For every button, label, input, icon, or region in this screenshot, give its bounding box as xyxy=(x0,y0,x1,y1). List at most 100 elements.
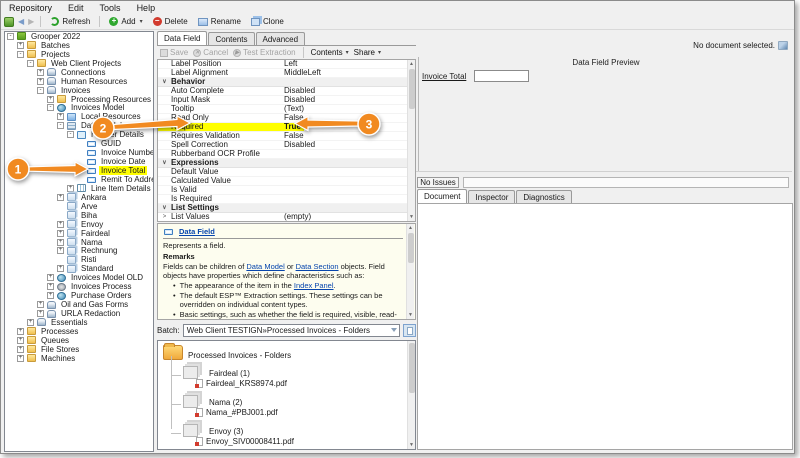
tree-item[interactable]: + Purchase Orders xyxy=(5,291,153,300)
tree-item[interactable]: - Projects xyxy=(5,50,153,59)
tree-expander[interactable]: + xyxy=(57,229,64,237)
scrollbar-thumb[interactable] xyxy=(408,233,414,263)
tree-expander[interactable]: - xyxy=(37,86,44,94)
tree-item[interactable]: + Processes xyxy=(5,327,153,336)
save-button[interactable]: Save xyxy=(160,48,188,57)
property-value[interactable]: MiddleLeft xyxy=(284,69,415,77)
property-row[interactable]: ∨ Behavior xyxy=(158,78,415,87)
tree-expander[interactable]: + xyxy=(17,345,24,353)
clone-button[interactable]: Clone xyxy=(248,16,287,27)
menu-item[interactable]: Edit xyxy=(68,3,84,13)
batch-file-item[interactable]: Fairdeal_KRS8974.pdf xyxy=(195,379,287,388)
add-button[interactable]: + Add ▾ xyxy=(106,16,145,27)
tree-expander[interactable]: + xyxy=(37,301,44,309)
tree-item[interactable]: + Human Resources xyxy=(5,77,153,86)
tree-expander[interactable]: - xyxy=(57,122,64,130)
properties-tab[interactable]: Contents xyxy=(208,32,255,45)
properties-tab[interactable]: Data Field xyxy=(157,31,208,45)
help-title-link[interactable]: Data Field xyxy=(179,227,215,236)
property-value[interactable]: Left xyxy=(284,60,415,68)
tree-expander[interactable]: - xyxy=(67,131,74,139)
index-panel-link[interactable]: Index Panel xyxy=(294,281,334,290)
tree-expander[interactable]: + xyxy=(57,247,64,255)
tree-expander[interactable]: - xyxy=(27,59,34,67)
invoice-total-input[interactable] xyxy=(474,70,530,82)
tree-expander[interactable]: + xyxy=(37,68,44,76)
document-tab[interactable]: Document xyxy=(417,189,468,203)
tree-expander[interactable]: - xyxy=(47,104,54,112)
property-row[interactable]: Calculated Value xyxy=(158,177,415,186)
tree-expander[interactable]: + xyxy=(57,238,64,246)
batch-folder-item[interactable]: Fairdeal (1) Fairdeal_KRS8974.pdf xyxy=(171,366,415,395)
tree-expander[interactable]: + xyxy=(27,318,34,326)
scroll-down-icon[interactable]: ▼ xyxy=(407,311,414,319)
property-row[interactable]: > List Values (empty) xyxy=(158,213,415,221)
property-value[interactable]: Disabled xyxy=(284,96,415,104)
property-row[interactable]: Rubberband OCR Profile xyxy=(158,150,415,159)
forward-button[interactable]: ▶ xyxy=(28,17,34,26)
tree-item[interactable]: + Ankara xyxy=(5,193,153,202)
tree-item[interactable]: Arve xyxy=(5,202,153,211)
tree-expander[interactable]: + xyxy=(47,274,54,282)
tree-item[interactable]: + Fairdeal xyxy=(5,229,153,238)
batch-dropdown[interactable]: Web Client TESTIGN»Processed Invoices - … xyxy=(182,324,401,337)
document-tab[interactable]: Diagnostics xyxy=(516,190,572,203)
scroll-up-icon[interactable]: ▲ xyxy=(407,224,414,232)
scrollbar-thumb[interactable] xyxy=(409,69,415,109)
open-batch-button[interactable] xyxy=(403,324,416,337)
refresh-button[interactable]: Refresh xyxy=(47,16,93,27)
data-section-link[interactable]: Data Section xyxy=(296,262,339,271)
tree-expander[interactable]: + xyxy=(67,184,74,192)
menu-item[interactable]: Tools xyxy=(100,3,121,13)
tree-item[interactable]: + Oil and Gas Forms xyxy=(5,300,153,309)
property-row[interactable]: ∨ List Settings xyxy=(158,204,415,213)
tree-expander[interactable]: + xyxy=(57,113,64,121)
tree-expander[interactable]: + xyxy=(57,193,64,201)
share-menu-button[interactable]: Share ▾ xyxy=(354,48,381,57)
tree-item[interactable]: - Grooper 2022 xyxy=(5,32,153,41)
tree-expander[interactable]: + xyxy=(17,336,24,344)
property-row[interactable]: ∨ Expressions xyxy=(158,159,415,168)
property-row[interactable]: Default Value xyxy=(158,168,415,177)
tree-expander[interactable]: + xyxy=(17,327,24,335)
scroll-down-icon[interactable]: ▼ xyxy=(408,441,415,449)
tree-expander[interactable]: - xyxy=(17,50,24,58)
tree-item[interactable]: + Invoices Model OLD xyxy=(5,273,153,282)
tree-item[interactable]: + File Stores xyxy=(5,345,153,354)
property-value[interactable]: Disabled xyxy=(284,141,415,149)
delete-button[interactable]: − Delete xyxy=(150,16,191,27)
property-row[interactable]: Label Alignment MiddleLeft xyxy=(158,69,415,78)
test-extraction-button[interactable]: ▶ Test Extraction xyxy=(233,48,296,57)
contents-menu-button[interactable]: Contents ▾ xyxy=(311,48,349,57)
property-value[interactable]: Disabled xyxy=(284,87,415,95)
tree-item[interactable]: + Nama xyxy=(5,238,153,247)
tree-item[interactable]: + Batches xyxy=(5,41,153,50)
property-grid-scrollbar[interactable]: ▲ ▼ xyxy=(407,60,415,221)
menu-item[interactable]: Help xyxy=(137,3,156,13)
scrollbar-thumb[interactable] xyxy=(409,343,415,393)
batch-tree-scrollbar[interactable]: ▼ xyxy=(407,341,415,449)
tree-item[interactable]: + Processing Resources xyxy=(5,95,153,104)
tree-item[interactable]: + Connections xyxy=(5,68,153,77)
property-row[interactable]: Is Required xyxy=(158,195,415,204)
tree-item[interactable]: + Line Item Details xyxy=(5,184,153,193)
tree-item[interactable]: - Web Client Projects xyxy=(5,59,153,68)
scroll-up-icon[interactable]: ▲ xyxy=(408,60,415,68)
batch-folder-item[interactable]: Nama (2) Nama_#PBJ001.pdf xyxy=(171,395,415,424)
tree-item[interactable]: Risti xyxy=(5,255,153,264)
tree-expander[interactable]: + xyxy=(57,265,64,273)
back-button[interactable]: ◀ xyxy=(18,17,24,26)
scroll-down-icon[interactable]: ▼ xyxy=(408,213,415,221)
tree-item[interactable]: Biha xyxy=(5,211,153,220)
tree-expander[interactable]: - xyxy=(7,32,14,40)
tree-item[interactable]: + Rechnung xyxy=(5,246,153,255)
tree-expander[interactable]: + xyxy=(57,220,64,228)
menu-item[interactable]: Repository xyxy=(9,3,52,13)
batch-file-item[interactable]: Nama_#PBJ001.pdf xyxy=(195,408,278,417)
cancel-button[interactable]: ✕ Cancel xyxy=(193,48,228,57)
help-scrollbar[interactable]: ▲ ▼ xyxy=(406,224,414,319)
tree-expander[interactable]: + xyxy=(47,292,54,300)
property-value[interactable]: (empty) xyxy=(284,213,415,221)
tree-expander[interactable]: + xyxy=(37,310,44,318)
batch-root-item[interactable]: Processed Invoices - Folders xyxy=(158,341,415,360)
